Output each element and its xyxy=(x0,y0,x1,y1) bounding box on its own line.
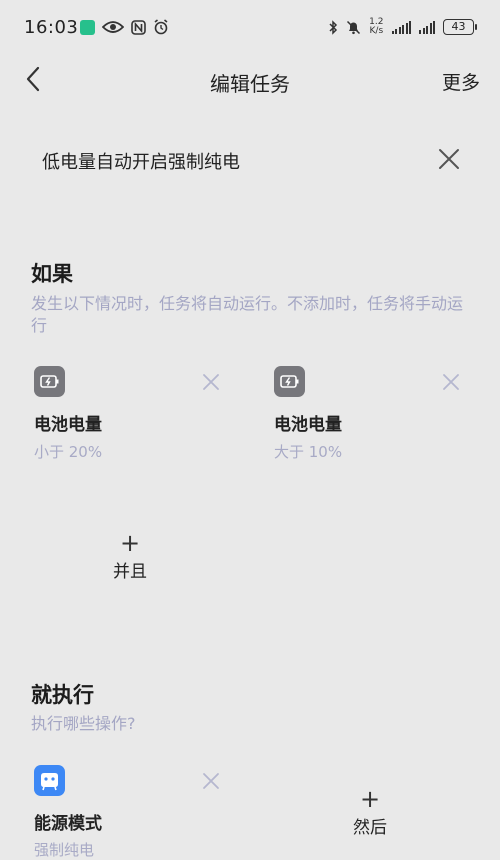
battery-charge-icon xyxy=(34,366,65,397)
remove-condition-button[interactable] xyxy=(201,372,221,392)
status-time: 16:03 xyxy=(24,17,79,38)
close-icon xyxy=(203,374,219,390)
eye-icon xyxy=(102,21,124,33)
if-section-title: 如果 xyxy=(31,262,73,286)
bluetooth-icon xyxy=(329,19,338,35)
net-speed-unit: K/s xyxy=(369,26,384,36)
remove-action-button[interactable] xyxy=(201,771,221,791)
signal-icon-2 xyxy=(419,20,435,34)
battery-charge-icon xyxy=(274,366,305,397)
action-title: 能源模式 xyxy=(34,814,102,834)
close-icon xyxy=(443,374,459,390)
plus-icon: + xyxy=(119,529,141,557)
mute-bell-icon xyxy=(347,20,361,34)
add-condition-label: 并且 xyxy=(113,562,147,582)
page-title: 编辑任务 xyxy=(210,72,290,96)
net-speed: 1.2 K/s xyxy=(369,18,383,36)
condition-subtitle: 小于 20% xyxy=(34,443,103,461)
signal-icon-1 xyxy=(391,20,411,34)
more-button[interactable]: 更多 xyxy=(442,68,480,95)
battery-indicator: 43 xyxy=(443,19,477,35)
then-section-description: 执行哪些操作? xyxy=(31,714,136,733)
condition-subtitle: 大于 10% xyxy=(274,443,343,461)
status-right-icons: 1.2 K/s 43 xyxy=(328,18,477,36)
app-notification-icon xyxy=(80,19,95,35)
status-left-icons xyxy=(80,19,169,35)
condition-title: 电池电量 xyxy=(34,415,102,435)
remove-condition-button[interactable] xyxy=(441,372,461,392)
alarm-icon xyxy=(154,19,168,35)
action-subtitle: 强制纯电 xyxy=(34,841,95,859)
close-icon xyxy=(203,773,219,789)
close-icon xyxy=(439,149,459,169)
nfc-icon xyxy=(131,19,146,35)
plus-icon: + xyxy=(359,785,381,813)
add-action-label: 然后 xyxy=(353,818,387,838)
add-condition-button[interactable]: + 并且 xyxy=(100,531,160,582)
if-section-description: 发生以下情况时，任务将自动运行。不添加时，任务将手动运行 xyxy=(31,294,464,335)
clear-name-button[interactable] xyxy=(436,146,462,172)
then-section-title: 就执行 xyxy=(31,683,94,707)
condition-title: 电池电量 xyxy=(274,415,342,435)
task-name-field[interactable]: 低电量自动开启强制纯电 xyxy=(42,148,240,174)
energy-mode-icon xyxy=(34,765,65,796)
add-action-button[interactable]: + 然后 xyxy=(340,787,400,838)
